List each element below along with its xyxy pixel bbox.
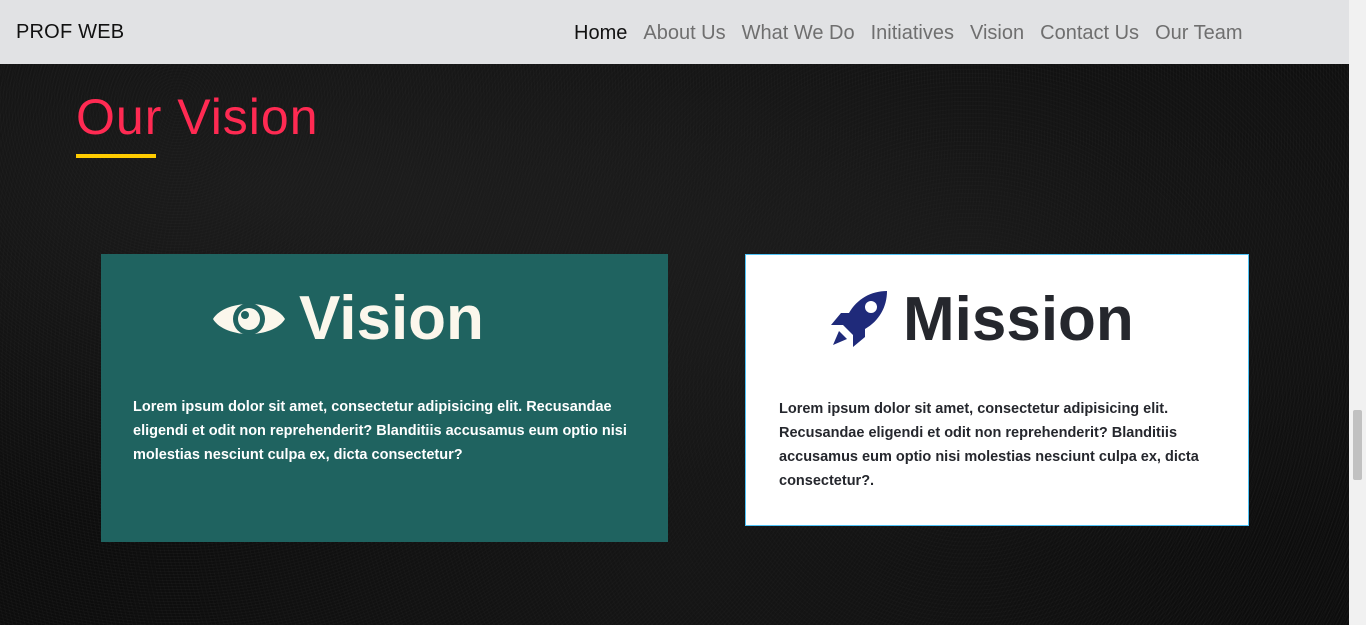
nav-link-our-team[interactable]: Our Team	[1147, 19, 1250, 47]
vision-card-header: Vision	[211, 284, 484, 354]
mission-card-header: Mission	[827, 285, 1134, 355]
vision-card-title: Vision	[299, 284, 484, 353]
nav-link-contact-us[interactable]: Contact Us	[1032, 19, 1147, 47]
page-scrollbar[interactable]	[1349, 0, 1366, 625]
brand-logo[interactable]: PROF WEB	[16, 21, 124, 44]
mission-card-text: Lorem ipsum dolor sit amet, consectetur …	[779, 401, 1199, 489]
scrollbar-thumb[interactable]	[1353, 410, 1362, 480]
page: PROF WEB Home About Us What We Do Initia…	[0, 0, 1366, 625]
mission-card: Mission Lorem ipsum dolor sit amet, cons…	[745, 254, 1249, 526]
nav-links: Home About Us What We Do Initiatives Vis…	[566, 19, 1251, 47]
nav-link-about-us[interactable]: About Us	[635, 19, 733, 47]
vision-card: Vision Lorem ipsum dolor sit amet, conse…	[101, 254, 668, 542]
eye-icon	[211, 293, 287, 345]
nav-link-initiatives[interactable]: Initiatives	[863, 19, 962, 47]
top-navbar: PROF WEB Home About Us What We Do Initia…	[0, 0, 1349, 64]
title-underline	[76, 154, 156, 158]
nav-link-what-we-do[interactable]: What We Do	[734, 19, 863, 47]
nav-link-home[interactable]: Home	[566, 19, 635, 47]
section-title: Our Vision	[76, 89, 319, 145]
rocket-icon	[827, 287, 893, 353]
vision-card-text: Lorem ipsum dolor sit amet, consectetur …	[133, 399, 627, 463]
nav-link-vision[interactable]: Vision	[962, 19, 1032, 47]
mission-card-title: Mission	[903, 285, 1134, 354]
